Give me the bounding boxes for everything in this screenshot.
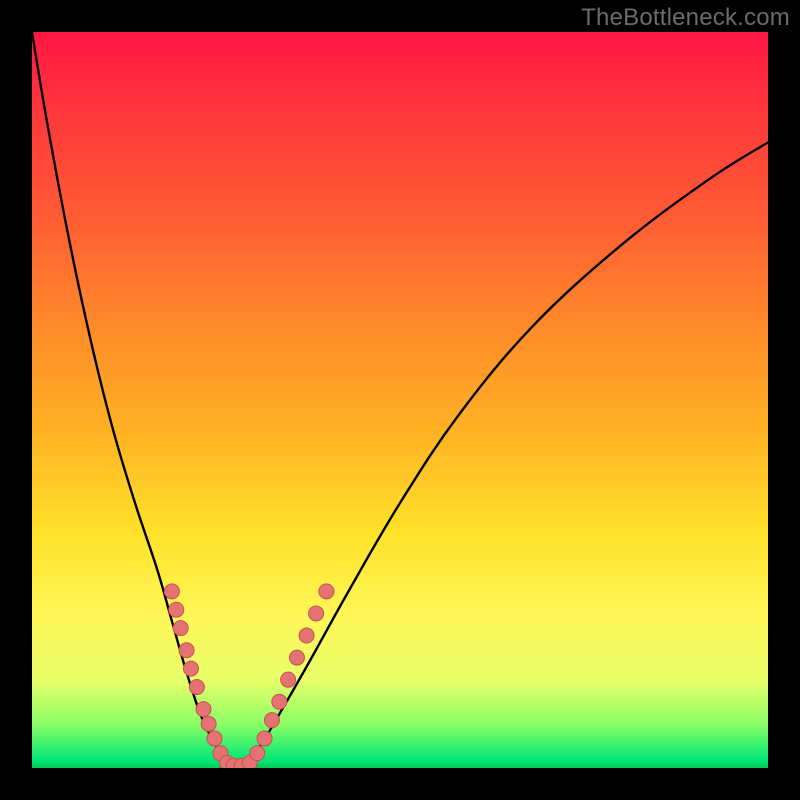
marker-dot: [183, 661, 198, 676]
marker-dot: [207, 731, 222, 746]
marker-dot: [264, 713, 279, 728]
marker-dot: [281, 672, 296, 687]
marker-dot: [289, 650, 304, 665]
marker-dot: [309, 606, 324, 621]
watermark-text: TheBottleneck.com: [581, 4, 790, 32]
curve-svg: [32, 32, 768, 768]
marker-dot: [189, 680, 204, 695]
plot-area: [32, 32, 768, 768]
marker-dot: [250, 746, 265, 761]
marker-dot: [173, 621, 188, 636]
marker-dot: [201, 716, 216, 731]
marker-dot: [164, 584, 179, 599]
highlight-dots: [164, 584, 334, 768]
marker-dot: [319, 584, 334, 599]
marker-dot: [299, 628, 314, 643]
chart-frame: TheBottleneck.com: [0, 0, 800, 800]
marker-dot: [272, 694, 287, 709]
marker-dot: [179, 643, 194, 658]
marker-dot: [196, 702, 211, 717]
marker-dot: [257, 731, 272, 746]
marker-dot: [169, 602, 184, 617]
bottleneck-curve: [32, 32, 768, 768]
